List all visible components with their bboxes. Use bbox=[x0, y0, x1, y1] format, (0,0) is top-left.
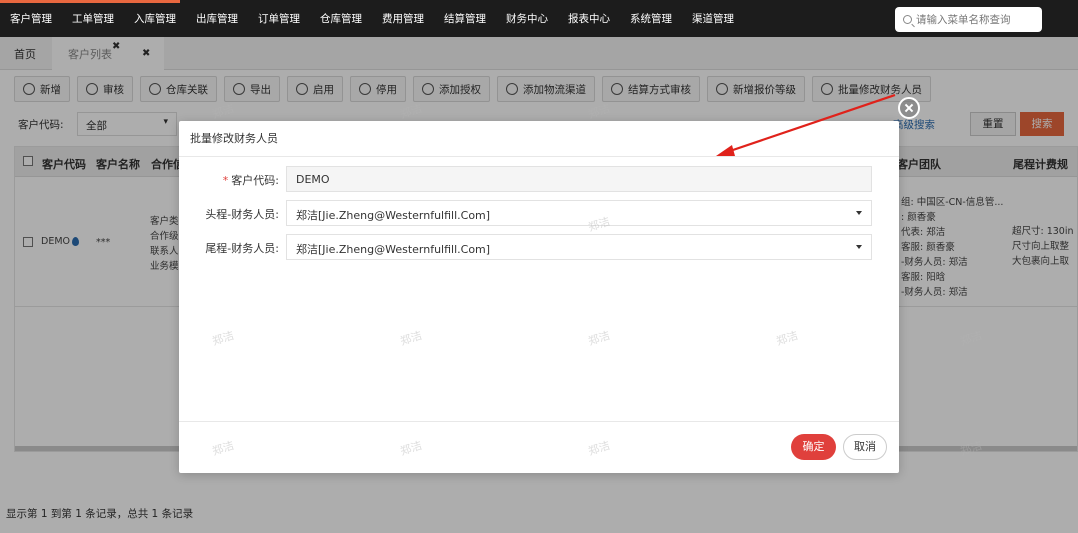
annotation-arrow-icon bbox=[716, 93, 896, 156]
